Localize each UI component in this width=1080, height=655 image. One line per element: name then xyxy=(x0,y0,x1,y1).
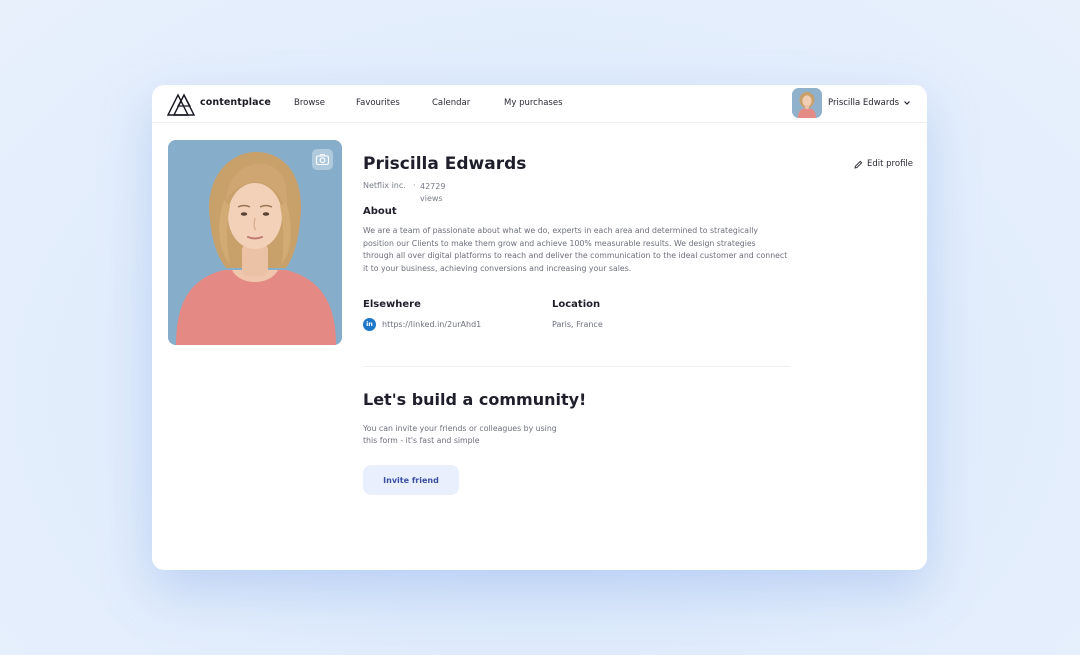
views-count: 42729 views xyxy=(420,181,460,205)
section-divider xyxy=(363,366,790,367)
edit-profile-label: Edit profile xyxy=(867,159,914,169)
nav-my-purchases[interactable]: My purchases xyxy=(504,98,563,108)
views-number: 42729 xyxy=(420,182,446,191)
top-navbar: contentplace Browse Favourites Calendar … xyxy=(152,85,927,123)
meta-separator: · xyxy=(413,181,416,190)
nav-browse[interactable]: Browse xyxy=(294,98,325,108)
pencil-icon xyxy=(854,160,863,169)
profile-photo xyxy=(168,140,342,345)
location-value: Paris, France xyxy=(552,320,603,329)
about-text: We are a team of passionate about what w… xyxy=(363,226,788,273)
app-window: contentplace Browse Favourites Calendar … xyxy=(152,85,927,570)
user-avatar[interactable] xyxy=(792,88,822,118)
user-name[interactable]: Priscilla Edwards xyxy=(828,98,899,108)
logo-text[interactable]: contentplace xyxy=(200,97,271,108)
profile-portrait-image xyxy=(168,140,342,345)
linkedin-link[interactable]: https://linked.in/2urAhd1 xyxy=(382,320,481,329)
contentplace-logo-icon[interactable] xyxy=(167,92,195,116)
community-heading: Let's build a community! xyxy=(363,390,587,409)
edit-profile-button[interactable]: Edit profile xyxy=(854,159,913,169)
profile-name: Priscilla Edwards xyxy=(363,154,527,174)
nav-calendar[interactable]: Calendar xyxy=(432,98,470,108)
linkedin-icon[interactable]: in xyxy=(363,318,376,331)
nav-favourites[interactable]: Favourites xyxy=(356,98,400,108)
elsewhere-heading: Elsewhere xyxy=(363,299,421,310)
views-label: views xyxy=(420,194,443,203)
about-heading: About xyxy=(363,206,397,217)
invite-friend-button[interactable]: Invite friend xyxy=(363,465,459,495)
location-heading: Location xyxy=(552,299,601,310)
community-text: You can invite your friends or colleague… xyxy=(363,424,557,445)
company-name: Netflix inc. xyxy=(363,181,406,190)
change-photo-button[interactable] xyxy=(312,149,333,170)
camera-icon xyxy=(315,153,330,166)
chevron-down-icon[interactable] xyxy=(903,99,911,107)
